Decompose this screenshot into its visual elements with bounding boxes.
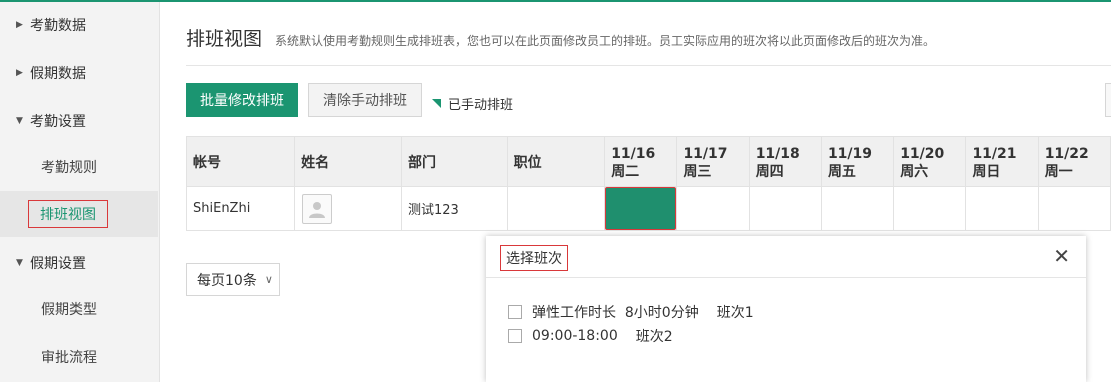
shift-checkbox[interactable]: [508, 329, 522, 343]
day-date: 11/20: [900, 145, 945, 162]
day-date: 11/16: [611, 145, 656, 162]
day-weekday: 周日: [972, 163, 1001, 180]
column-header-day: 11/17 周三: [676, 136, 750, 187]
sidebar-item-approval-flow[interactable]: 审批流程: [0, 334, 158, 380]
schedule-cell[interactable]: [965, 186, 1039, 231]
select-shift-dialog: 选择班次 ✕ 弹性工作时长 8小时0分钟 班次1 09:00-18:00 班次2: [486, 236, 1086, 382]
sidebar-group-label: 考勤设置: [30, 114, 86, 130]
shift-option[interactable]: 弹性工作时长 8小时0分钟 班次1: [508, 302, 754, 322]
day-weekday: 周三: [683, 163, 712, 180]
cell-dept: 测试123: [401, 186, 508, 231]
sidebar-group-label: 考勤数据: [30, 18, 86, 34]
sidebar-group-label: 假期设置: [30, 256, 86, 272]
cell-name: [294, 186, 403, 231]
divider: [186, 65, 1111, 66]
page-size-label: 每页10条: [197, 272, 257, 289]
day-weekday: 周五: [827, 163, 856, 180]
sidebar-item-label: 假期类型: [41, 302, 97, 318]
clear-manual-schedule-button[interactable]: 清除手动排班: [308, 83, 422, 117]
table-header-row: 帐号 姓名 部门 职位 11/16 周二 11/17 周三 11/18 周四 11/1…: [185, 136, 1111, 187]
shift-option[interactable]: 09:00-18:00 班次2: [508, 326, 673, 346]
column-header-dept: 部门: [401, 136, 508, 187]
column-header-day: 11/21 周日: [965, 136, 1039, 187]
sidebar-item-attendance-rules[interactable]: 考勤规则: [0, 144, 158, 190]
avatar[interactable]: [302, 193, 333, 224]
chevron-down-icon: ∨: [264, 273, 273, 286]
column-header-day: 11/16 周二: [604, 136, 678, 187]
corner-marker-icon: [432, 99, 441, 108]
schedule-cell[interactable]: [1037, 186, 1111, 231]
column-header-name: 姓名: [294, 136, 403, 187]
person-icon: [309, 201, 326, 218]
page-description: 系统默认使用考勤规则生成排班表，您也可以在此页面修改员工的排班。员工实际应用的班…: [275, 34, 936, 48]
sidebar-group-label: 假期数据: [30, 66, 86, 82]
page-size-select[interactable]: 每页10条 ∨: [186, 263, 280, 296]
schedule-cell[interactable]: [820, 186, 895, 231]
cell-position: [506, 186, 606, 231]
caret-right-icon: ▶: [16, 68, 23, 78]
sidebar-group-attendance-settings[interactable]: ▼ 考勤设置: [0, 98, 158, 144]
caret-right-icon: ▶: [16, 20, 23, 30]
shift-name: 班次2: [635, 329, 673, 345]
dialog-header: 选择班次 ✕: [486, 236, 1086, 278]
dialog-title: 选择班次: [500, 245, 568, 271]
column-header-account: 帐号: [185, 136, 296, 187]
schedule-table: 帐号 姓名 部门 职位 11/16 周二 11/17 周三 11/18 周四 11/1…: [185, 136, 1111, 231]
shift-name: 班次1: [716, 305, 754, 321]
page-title: 排班视图: [186, 28, 263, 50]
shift-checkbox[interactable]: [508, 305, 522, 319]
day-weekday: 周六: [900, 163, 929, 180]
day-date: 11/19: [827, 145, 873, 162]
day-date: 11/21: [972, 145, 1017, 162]
day-weekday: 周二: [611, 163, 640, 180]
shift-time: 09:00-18:00: [532, 328, 618, 344]
sidebar-item-label: 排班视图: [28, 200, 108, 228]
sidebar-item-label: 考勤规则: [41, 160, 97, 176]
caret-down-icon: ▼: [16, 258, 23, 268]
table-row: ShiEnZhi 测试123: [185, 186, 1111, 231]
column-header-day: 11/18 周四: [748, 136, 822, 187]
day-date: 11/18: [755, 145, 800, 162]
day-date: 11/17: [683, 145, 728, 162]
schedule-cell-selected[interactable]: [604, 186, 678, 231]
batch-edit-schedule-button[interactable]: 批量修改排班: [186, 83, 298, 117]
column-header-day: 11/20 周六: [893, 136, 967, 187]
schedule-cell[interactable]: [676, 186, 750, 231]
schedule-cell[interactable]: [893, 186, 967, 231]
day-weekday: 周四: [755, 163, 784, 180]
column-header-day: 11/22 周一: [1037, 136, 1111, 187]
day-weekday: 周一: [1044, 163, 1073, 180]
sidebar-item-leave-types[interactable]: 假期类型: [0, 286, 158, 332]
sidebar-item-schedule-view[interactable]: 排班视图: [0, 191, 158, 237]
selected-shift-block[interactable]: [605, 187, 677, 230]
sidebar-group-leave-settings[interactable]: ▼ 假期设置: [0, 240, 158, 286]
caret-down-icon: ▼: [16, 116, 23, 126]
legend-label: 已手动排班: [448, 98, 514, 113]
sidebar: ▶ 考勤数据 ▶ 假期数据 ▼ 考勤设置 考勤规则 排班视图 ▼ 假期设置 假期…: [0, 2, 160, 382]
column-header-position: 职位: [506, 136, 606, 187]
manual-schedule-legend: 已手动排班: [432, 94, 513, 113]
sidebar-group-leave-data[interactable]: ▶ 假期数据: [0, 50, 158, 96]
toolbar-control-partial[interactable]: [1105, 83, 1111, 117]
sidebar-item-label: 审批流程: [41, 350, 97, 366]
schedule-cell[interactable]: [748, 186, 822, 231]
day-date: 11/22: [1044, 145, 1089, 162]
cell-account: ShiEnZhi: [185, 186, 296, 231]
shift-time: 弹性工作时长 8小时0分钟: [532, 305, 699, 321]
column-header-day: 11/19 周五: [820, 136, 895, 187]
sidebar-group-attendance-data[interactable]: ▶ 考勤数据: [0, 2, 158, 48]
close-icon[interactable]: ✕: [1053, 246, 1070, 266]
